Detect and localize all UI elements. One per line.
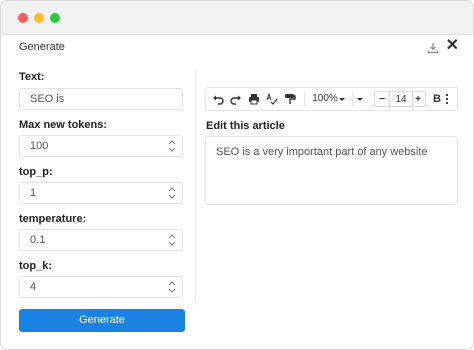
max-new-tokens-input[interactable]: 100 [19,135,183,157]
font-size-input[interactable]: 14 [389,90,413,110]
zoom-select[interactable]: 100% [310,88,340,110]
more-options-icon[interactable] [445,88,453,110]
panel-divider [195,71,196,301]
temperature-spinner-icon[interactable] [168,233,176,247]
decrease-font-size-button[interactable]: − [377,89,387,111]
minimize-window-button[interactable] [34,13,44,23]
article-editor[interactable]: SEO is a very important part of any webs… [205,136,458,205]
zoom-chevron-down-icon[interactable] [338,88,348,110]
maximize-window-button[interactable] [50,13,60,23]
app-window: Generate ✕ Text: SEO is Max new tokens: … [0,0,474,350]
print-icon[interactable] [248,88,262,110]
dialog-title: Generate [19,41,65,53]
top-p-value: 1 [30,187,37,199]
editor-toolbar: 100% − 14 + B [205,87,458,111]
top-p-spinner-icon[interactable] [168,186,176,200]
toolbar-separator [304,92,305,106]
bold-button[interactable]: B [431,88,443,110]
font-size-control: − 14 + [374,90,426,110]
temperature-value: 0.1 [30,234,46,246]
text-label: Text: [19,71,45,83]
text-input[interactable]: SEO is [19,88,183,110]
max-new-tokens-spinner-icon[interactable] [168,139,176,153]
top-k-input[interactable]: 4 [19,276,183,298]
editor-label: Edit this article [206,120,285,132]
dialog-header: Generate ✕ [1,35,473,59]
top-p-label: top_p: [19,166,53,178]
max-new-tokens-label: Max new tokens: [19,119,108,131]
top-k-value: 4 [30,281,37,293]
toolbar-separator [352,92,353,106]
top-p-input[interactable]: 1 [19,182,183,204]
close-window-button[interactable] [18,13,28,23]
max-new-tokens-value: 100 [30,140,49,152]
title-bar [1,1,473,35]
spellcheck-icon[interactable] [266,88,280,110]
download-icon[interactable] [427,41,439,54]
paint-format-icon[interactable] [284,88,298,110]
redo-icon[interactable] [230,88,244,110]
top-k-spinner-icon[interactable] [168,280,176,294]
top-k-label: top_k: [19,260,52,272]
increase-font-size-button[interactable]: + [413,89,423,111]
generate-button[interactable]: Generate [19,309,185,332]
temperature-input[interactable]: 0.1 [19,229,183,251]
font-chevron-down-icon[interactable] [356,88,366,110]
undo-icon[interactable] [212,88,226,110]
close-icon[interactable]: ✕ [446,38,459,54]
temperature-label: temperature: [19,213,87,225]
